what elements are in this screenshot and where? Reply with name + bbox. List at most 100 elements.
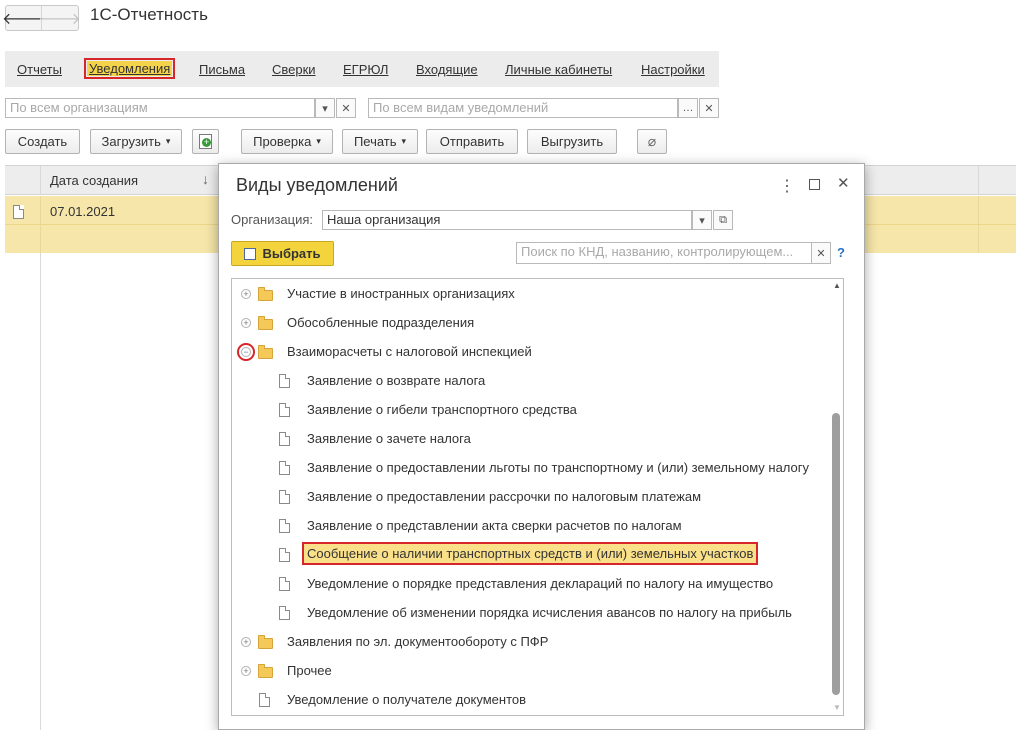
forward-button[interactable]: 🡒	[38, 6, 81, 30]
tab-personal-accounts[interactable]: Личные кабинеты	[505, 62, 612, 77]
tree-item-label: Обособленные подразделения	[287, 315, 475, 330]
chevron-down-icon: ▾	[316, 136, 321, 146]
search-input[interactable]: Поиск по КНД, названию, контролирующем..…	[516, 242, 812, 264]
section-tabs: Отчеты Уведомления Письма Сверки ЕГРЮЛ В…	[5, 51, 719, 87]
chevron-down-icon: ▾	[699, 214, 705, 227]
tree-item-label: Участие в иностранных организациях	[287, 286, 515, 301]
check-button[interactable]: Проверка ▾	[241, 129, 333, 154]
organization-filter-input[interactable]: По всем организациям	[5, 98, 315, 118]
create-label: Создать	[17, 134, 68, 149]
document-icon	[13, 205, 24, 219]
document-icon	[279, 519, 290, 533]
send-label: Отправить	[439, 134, 505, 149]
document-icon	[279, 403, 290, 417]
column-divider	[40, 166, 41, 194]
folder-icon	[258, 287, 273, 301]
tree-scrollbar[interactable]: ▲ ▼	[830, 279, 843, 715]
scroll-up-icon[interactable]: ▲	[833, 281, 841, 290]
open-organization-button[interactable]: ⧉	[713, 210, 733, 230]
notification-kinds-dialog: Виды уведомлений ⋮ ✕ Организация: Наша о…	[218, 163, 865, 730]
ellipsis-icon: …	[682, 102, 694, 114]
sort-arrow-icon: ↓	[202, 171, 209, 187]
tree-item-label: Уведомление о получателе документов	[287, 692, 527, 707]
tab-reports[interactable]: Отчеты	[17, 62, 62, 77]
kind-clear-button[interactable]: ✕	[699, 98, 719, 118]
document-icon	[279, 606, 290, 620]
tab-incoming[interactable]: Входящие	[416, 62, 478, 77]
help-icon[interactable]: ?	[837, 245, 845, 260]
open-window-icon: ⧉	[719, 213, 727, 226]
add-file-button[interactable]: +	[192, 129, 219, 154]
column-header-created-date[interactable]: Дата создания	[50, 173, 138, 188]
column-divider	[978, 166, 979, 194]
attach-button[interactable]: ⌀	[637, 129, 667, 154]
document-icon	[279, 374, 290, 388]
close-icon: ✕	[704, 102, 714, 115]
load-label: Загрузить	[101, 134, 161, 149]
tree-item-label: Уведомление об изменении порядка исчисле…	[307, 605, 792, 620]
tab-letters[interactable]: Письма	[199, 62, 245, 77]
close-icon: ✕	[816, 247, 826, 260]
organization-clear-button[interactable]: ✕	[336, 98, 356, 118]
folder-icon	[258, 635, 273, 649]
dialog-title: Виды уведомлений	[236, 175, 398, 195]
tab-egrul[interactable]: ЕГРЮЛ	[343, 62, 388, 77]
chevron-down-icon: ▾	[165, 136, 171, 146]
document-icon	[279, 490, 290, 504]
tree-item-label: Уведомление о порядке представления декл…	[307, 576, 774, 591]
scroll-down-icon[interactable]: ▼	[833, 703, 841, 712]
back-button[interactable]: 🡐	[2, 6, 45, 30]
folder-icon	[258, 316, 273, 330]
document-icon	[279, 548, 290, 562]
search-clear-button[interactable]: ✕	[811, 242, 831, 264]
document-icon	[279, 577, 290, 591]
expand-icon[interactable]: +	[241, 666, 251, 676]
close-icon[interactable]: ✕	[837, 174, 850, 192]
scroll-thumb[interactable]	[832, 413, 840, 695]
tab-notifications[interactable]: Уведомления	[83, 58, 176, 79]
tree-item-label: Заявления по эл. документообороту с ПФР	[287, 634, 549, 649]
expand-icon[interactable]: +	[241, 289, 251, 299]
tab-settings[interactable]: Настройки	[641, 62, 705, 77]
load-button[interactable]: Загрузить ▾	[90, 129, 182, 154]
tab-reconciliations[interactable]: Сверки	[272, 62, 316, 77]
organization-dropdown-button[interactable]: ▾	[315, 98, 335, 118]
print-label: Печать	[353, 134, 397, 149]
create-button[interactable]: Создать	[5, 129, 80, 154]
notification-kinds-tree: + Участие в иностранных организациях + О…	[231, 278, 844, 716]
arrow-right-icon: 🡒	[38, 10, 81, 28]
more-icon[interactable]: ⋮	[779, 176, 795, 196]
close-icon: ✕	[341, 102, 351, 115]
kind-select-button[interactable]: …	[678, 98, 698, 118]
document-icon	[259, 693, 270, 707]
chevron-down-icon: ▾	[401, 136, 407, 146]
app-title: 1С-Отчетность	[90, 5, 208, 24]
choose-label: Выбрать	[262, 246, 321, 261]
add-document-icon: +	[199, 134, 212, 149]
tree-item-label: Заявление о возврате налога	[307, 373, 486, 388]
maximize-icon[interactable]	[809, 179, 820, 190]
paperclip-icon: ⌀	[647, 133, 657, 149]
notification-kind-filter-input[interactable]: По всем видам уведомлений	[368, 98, 678, 118]
row-created-date: 07.01.2021	[50, 204, 116, 219]
tree-item-label: Сообщение о наличии транспортных средств…	[301, 542, 759, 565]
check-label: Проверка	[253, 134, 312, 149]
column-divider	[40, 253, 41, 730]
choose-button[interactable]: Выбрать	[231, 241, 334, 266]
organization-dropdown-button[interactable]: ▾	[692, 210, 712, 230]
tree-item-label: Заявление о предоставлении рассрочки по …	[307, 489, 702, 504]
organization-label: Организация:	[231, 212, 314, 227]
send-button[interactable]: Отправить	[426, 129, 518, 154]
history-nav: 🡐 🡒	[2, 5, 81, 31]
expand-icon[interactable]: +	[241, 318, 251, 328]
export-button[interactable]: Выгрузить	[527, 129, 617, 154]
tree-item-label: Заявление о предоставлении льготы по тра…	[307, 460, 809, 475]
expand-icon[interactable]: +	[241, 637, 251, 647]
organization-field[interactable]: Наша организация	[322, 210, 692, 230]
print-button[interactable]: Печать ▾	[342, 129, 418, 154]
folder-icon	[258, 345, 273, 359]
collapse-icon[interactable]: −	[237, 343, 255, 361]
folder-icon	[258, 664, 273, 678]
tree-item-label: Заявление о гибели транспортного средств…	[307, 402, 577, 417]
document-icon	[279, 461, 290, 475]
